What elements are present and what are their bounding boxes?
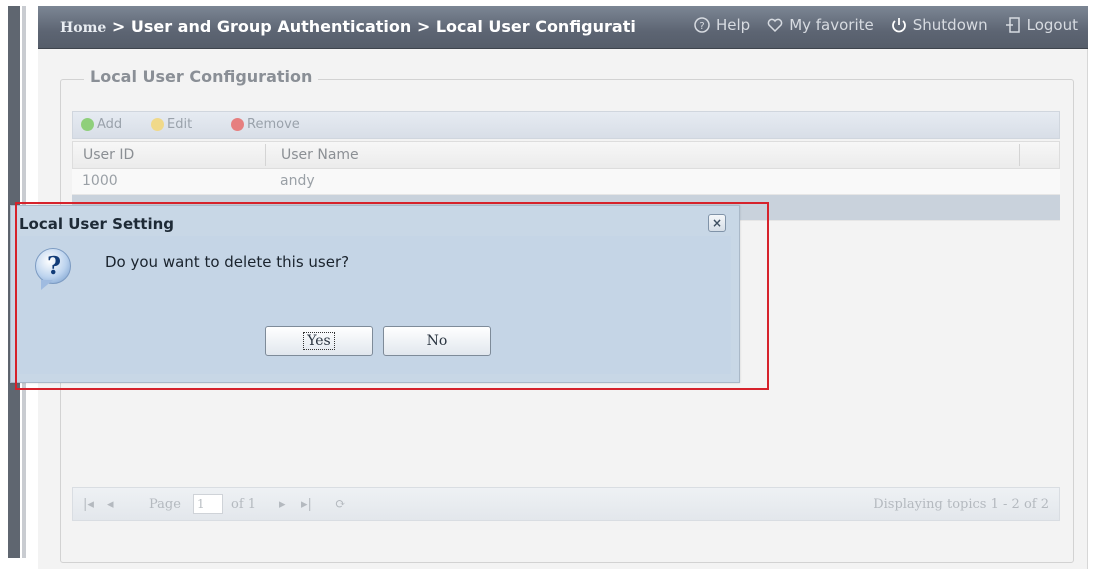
remove-button[interactable]: Remove xyxy=(231,117,300,132)
heart-icon xyxy=(767,18,783,33)
breadcrumb-separator: > xyxy=(411,17,436,36)
favorite-link[interactable]: My favorite xyxy=(766,16,874,34)
no-button[interactable]: No xyxy=(383,326,491,356)
shutdown-link[interactable]: Shutdown xyxy=(890,16,988,34)
prev-page-icon[interactable]: ◂ xyxy=(107,497,114,512)
next-page-icon[interactable]: ▸ xyxy=(279,497,286,512)
last-page-icon[interactable]: ▸| xyxy=(301,497,312,512)
add-label: Add xyxy=(97,117,123,132)
yes-label: Yes xyxy=(303,332,335,350)
top-navigation-bar: Home > User and Group Authentication > L… xyxy=(38,6,1088,49)
screen: Home > User and Group Authentication > L… xyxy=(0,0,1093,571)
paging-toolbar: |◂ ◂ Page 1 of 1 ▸ ▸| ⟳ Displaying topic… xyxy=(72,487,1060,521)
column-header-user-name[interactable]: User Name xyxy=(281,147,359,163)
page-label: Page xyxy=(149,497,181,512)
edit-button[interactable]: Edit xyxy=(151,117,192,132)
logout-icon xyxy=(1005,17,1020,33)
breadcrumb-section-link[interactable]: User and Group Authentication xyxy=(131,17,411,36)
logout-label: Logout xyxy=(1026,16,1078,34)
power-icon xyxy=(891,18,906,33)
remove-label: Remove xyxy=(247,117,300,132)
close-icon[interactable]: × xyxy=(708,214,726,232)
remove-icon xyxy=(231,118,244,131)
column-divider[interactable] xyxy=(1019,144,1020,166)
cell-user-id: 1000 xyxy=(82,173,118,189)
edit-label: Edit xyxy=(167,117,193,132)
displaying-topics-label: Displaying topics 1 - 2 of 2 xyxy=(873,497,1049,512)
page-count-label: of 1 xyxy=(231,497,257,512)
refresh-icon[interactable]: ⟳ xyxy=(335,497,346,512)
breadcrumb-separator: > xyxy=(106,17,131,36)
help-link[interactable]: ? Help xyxy=(693,16,750,34)
favorite-label: My favorite xyxy=(789,16,874,34)
breadcrumb-home-link[interactable]: Home xyxy=(60,20,106,36)
dialog-message: Do you want to delete this user? xyxy=(105,253,350,271)
shutdown-label: Shutdown xyxy=(912,16,988,34)
no-label: No xyxy=(426,333,448,349)
breadcrumb: Home > User and Group Authentication > L… xyxy=(60,17,636,36)
dialog-body: ? Do you want to delete this user? Yes N… xyxy=(19,236,731,374)
cell-user-name: andy xyxy=(280,173,315,189)
top-links: ? Help My favorite Shutdown Logout xyxy=(693,16,1078,34)
dialog-title: Local User Setting xyxy=(19,215,175,233)
add-button[interactable]: Add xyxy=(81,117,122,132)
table-row[interactable]: 1000 andy xyxy=(72,169,1060,195)
fieldset-legend: Local User Configuration xyxy=(84,67,319,86)
question-icon: ? xyxy=(35,248,71,284)
logout-link[interactable]: Logout xyxy=(1004,16,1078,34)
page-number-input[interactable]: 1 xyxy=(193,494,223,514)
add-icon xyxy=(81,118,94,131)
column-divider[interactable] xyxy=(265,144,266,166)
column-header-user-id[interactable]: User ID xyxy=(83,147,134,163)
grid-header: User ID User Name xyxy=(72,141,1060,169)
first-page-icon[interactable]: |◂ xyxy=(83,497,94,512)
delete-user-dialog: Local User Setting × ? Do you want to de… xyxy=(10,205,740,383)
help-label: Help xyxy=(715,16,751,34)
breadcrumb-current-page: Local User Configurati xyxy=(435,17,636,36)
grid-toolbar: Add Edit Remove xyxy=(72,111,1060,139)
yes-button[interactable]: Yes xyxy=(265,326,373,356)
help-icon: ? xyxy=(694,17,710,33)
edit-icon xyxy=(151,118,164,131)
svg-text:?: ? xyxy=(699,21,704,32)
